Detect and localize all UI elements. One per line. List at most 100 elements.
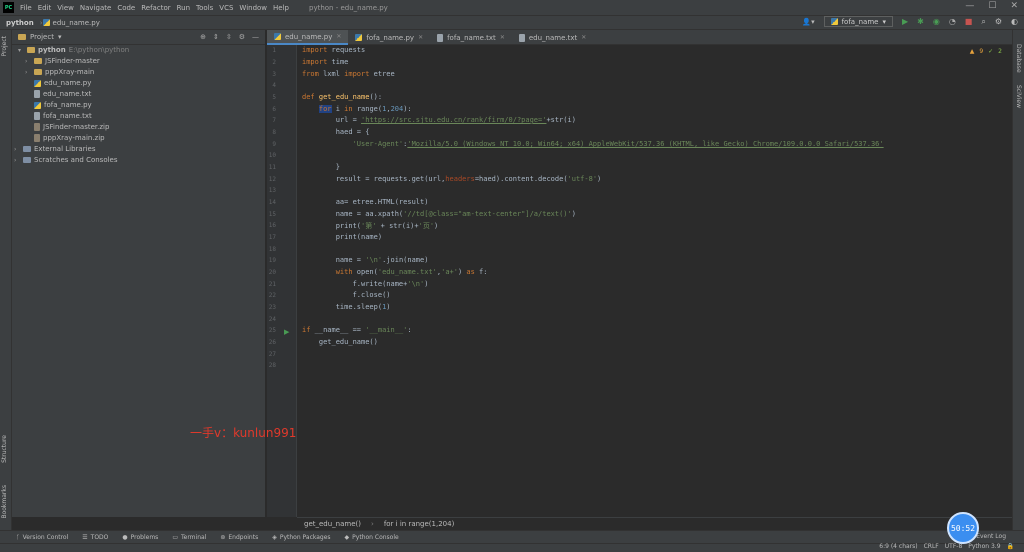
- tree-item-python[interactable]: ▾ python E:\python\python: [18, 45, 129, 55]
- menu-refactor[interactable]: Refactor: [141, 4, 170, 12]
- close-tab-icon[interactable]: ✕: [500, 34, 505, 41]
- menu-run[interactable]: Run: [177, 4, 190, 12]
- text-file-icon: [34, 112, 40, 120]
- editor-tabs: edu_name.py ✕ fofa_name.py ✕ fofa_name.t…: [267, 30, 1012, 45]
- tree-item-external-libraries[interactable]: › External Libraries: [14, 144, 96, 154]
- line-number: 16: [268, 222, 276, 229]
- stop-icon[interactable]: ■: [965, 17, 973, 26]
- endpoints-button[interactable]: ⊛ Endpoints: [220, 534, 258, 541]
- tree-label: fofa_name.txt: [43, 112, 92, 120]
- project-panel: Project ▾ ⊕ ⇕ ⇳ ⚙ — ▾ python E:\python\p…: [12, 30, 266, 517]
- project-side-tab[interactable]: Project: [1, 36, 8, 57]
- line-number: 6: [272, 106, 276, 113]
- lock-icon[interactable]: 🔒: [1007, 543, 1014, 550]
- caret-position[interactable]: 6:9 (4 chars): [879, 543, 917, 550]
- user-icon[interactable]: 👤▾: [802, 18, 814, 26]
- window-controls: — ☐ ✕: [965, 1, 1018, 11]
- sciview-side-tab[interactable]: SciView: [1015, 85, 1022, 108]
- run-config-select[interactable]: fofa_name ▾: [823, 16, 893, 27]
- close-icon[interactable]: ✕: [1010, 1, 1018, 11]
- line-separator[interactable]: CRLF: [924, 543, 939, 550]
- python-file-icon: [830, 18, 838, 25]
- settings-icon[interactable]: ⚙: [995, 17, 1002, 26]
- line-number: 17: [268, 234, 276, 241]
- package-icon: ◈: [272, 533, 277, 541]
- todo-button[interactable]: ☰ TODO: [82, 534, 108, 541]
- updates-icon[interactable]: ◐: [1011, 17, 1018, 26]
- tree-item-pppxray-main[interactable]: › pppXray-main: [25, 67, 94, 77]
- nav-project[interactable]: python: [6, 19, 34, 27]
- menu-file[interactable]: File: [20, 4, 32, 12]
- menu-edit[interactable]: Edit: [38, 4, 52, 12]
- python-console-button[interactable]: ◆ Python Console: [345, 534, 399, 541]
- close-tab-icon[interactable]: ✕: [581, 34, 586, 41]
- library-icon: [23, 146, 31, 152]
- code-line-25: if __name__ == '__main__':: [302, 326, 412, 334]
- menu-navigate[interactable]: Navigate: [80, 4, 111, 12]
- tree-item-pppxray-zip[interactable]: pppXray-main.zip: [34, 133, 105, 143]
- profile-icon[interactable]: ◔: [949, 17, 956, 26]
- breadcrumb-function[interactable]: get_edu_name(): [304, 520, 361, 528]
- terminal-button[interactable]: ▭ Terminal: [172, 534, 206, 541]
- problems-button[interactable]: ● Problems: [122, 534, 158, 541]
- tree-item-scratches[interactable]: › Scratches and Consoles: [14, 155, 118, 165]
- expand-arrow-icon: ▾: [18, 46, 22, 54]
- file-encoding[interactable]: UTF-8: [945, 543, 963, 550]
- hide-icon[interactable]: —: [252, 33, 259, 41]
- menu-help[interactable]: Help: [273, 4, 289, 12]
- tab-edu-name-py[interactable]: edu_name.py ✕: [267, 30, 349, 45]
- project-panel-title[interactable]: Project: [30, 33, 54, 41]
- gear-icon[interactable]: ⚙: [239, 33, 245, 41]
- minimize-icon[interactable]: —: [965, 1, 974, 11]
- python-packages-button[interactable]: ◈ Python Packages: [272, 534, 330, 541]
- line-number: 11: [268, 164, 276, 171]
- breadcrumb-loop[interactable]: for i in range(1,204): [384, 520, 454, 528]
- menu-window[interactable]: Window: [239, 4, 267, 12]
- editor-gutter[interactable]: 1 2 3 4 5 6 7 8 9 10 11 12 13 14 15 16 1…: [267, 45, 297, 517]
- menu-vcs[interactable]: VCS: [219, 4, 233, 12]
- tree-item-jsfinder-zip[interactable]: JSFinder-master.zip: [34, 122, 109, 132]
- tree-label: fofa_name.py: [44, 101, 92, 109]
- run-icon[interactable]: ▶: [902, 17, 908, 26]
- line-number: 27: [268, 351, 276, 358]
- version-control-button[interactable]: ᚴ Version Control: [16, 534, 68, 541]
- tree-item-jsfinder-master[interactable]: › JSFinder-master: [25, 56, 100, 66]
- database-side-tab[interactable]: Database: [1015, 44, 1022, 73]
- close-tab-icon[interactable]: ✕: [418, 34, 423, 41]
- coverage-icon[interactable]: ◉: [933, 17, 940, 26]
- tree-item-fofa-name-py[interactable]: fofa_name.py: [34, 100, 92, 110]
- line-number: 21: [268, 281, 276, 288]
- line-number: 4: [272, 82, 276, 89]
- tree-item-edu-name-txt[interactable]: edu_name.txt: [34, 89, 91, 99]
- run-gutter-icon[interactable]: ▶: [284, 328, 289, 336]
- branch-icon: ᚴ: [16, 533, 20, 541]
- tab-edu-name-txt[interactable]: edu_name.txt ✕: [512, 30, 593, 45]
- bookmarks-side-tab[interactable]: Bookmarks: [1, 485, 8, 519]
- code-editor[interactable]: import requests import time from lxml im…: [297, 45, 1012, 517]
- code-line-16: print('第' + str(i)+'页'): [335, 222, 439, 230]
- locate-icon[interactable]: ⊕: [200, 33, 206, 41]
- menu-code[interactable]: Code: [117, 4, 135, 12]
- breadcrumb-separator-icon: ›: [371, 520, 374, 528]
- code-line-26: get_edu_name(): [318, 338, 378, 346]
- structure-side-tab[interactable]: Structure: [1, 435, 8, 463]
- inspection-widget[interactable]: ▲ 9 ✓ 2: [970, 48, 1002, 55]
- interpreter[interactable]: Python 3.9: [968, 543, 1000, 550]
- tab-fofa-name-txt[interactable]: fofa_name.txt ✕: [430, 30, 512, 45]
- event-log-button[interactable]: Event Log: [976, 533, 1006, 540]
- tree-item-fofa-name-txt[interactable]: fofa_name.txt: [34, 111, 92, 121]
- chevron-down-icon[interactable]: ▾: [58, 33, 62, 41]
- tab-fofa-name-py[interactable]: fofa_name.py ✕: [348, 30, 430, 45]
- menu-view[interactable]: View: [57, 4, 74, 12]
- menu-tools[interactable]: Tools: [196, 4, 213, 12]
- right-tool-strip: Database SciView: [1012, 30, 1024, 530]
- search-icon[interactable]: ⌕: [981, 17, 985, 27]
- collapse-all-icon[interactable]: ⇳: [226, 33, 232, 41]
- nav-file[interactable]: edu_name.py: [42, 19, 100, 27]
- close-tab-icon[interactable]: ✕: [336, 33, 341, 40]
- tree-label: pppXray-main.zip: [43, 134, 105, 142]
- debug-icon[interactable]: ✱: [917, 17, 924, 26]
- maximize-icon[interactable]: ☐: [988, 1, 996, 11]
- expand-all-icon[interactable]: ⇕: [213, 33, 219, 41]
- tree-item-edu-name-py[interactable]: edu_name.py: [34, 78, 91, 88]
